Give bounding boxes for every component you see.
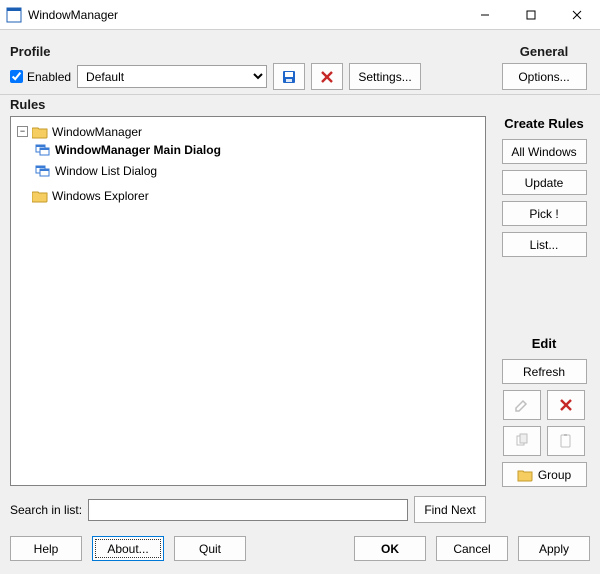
tree-label: Window List Dialog: [55, 162, 157, 180]
enabled-checkbox-label: Enabled: [27, 70, 71, 84]
general-group: General Options...: [498, 36, 590, 90]
options-button[interactable]: Options...: [502, 63, 587, 90]
delete-profile-button[interactable]: [311, 63, 343, 90]
enabled-checkbox[interactable]: Enabled: [10, 70, 71, 84]
edit-label: Edit: [498, 336, 590, 351]
dialog-button-bar: Help About... Quit OK Cancel Apply: [0, 533, 600, 574]
tree-label: Windows Explorer: [52, 187, 149, 205]
window-title: WindowManager: [28, 8, 118, 22]
paste-button[interactable]: [547, 426, 585, 456]
about-button[interactable]: About...: [92, 536, 164, 561]
rules-label: Rules: [10, 97, 590, 112]
minimize-button[interactable]: [462, 0, 508, 30]
create-rules-label: Create Rules: [498, 116, 590, 131]
list-button[interactable]: List...: [502, 232, 587, 257]
tree-node-list-dialog[interactable]: Window List Dialog: [35, 162, 157, 180]
general-label: General: [498, 44, 590, 59]
rules-tree[interactable]: − WindowManager: [10, 116, 486, 486]
tree-node-main-dialog[interactable]: WindowManager Main Dialog: [35, 141, 221, 159]
delete-rule-button[interactable]: [547, 390, 585, 420]
window-icon: [35, 164, 51, 178]
copy-button[interactable]: [503, 426, 541, 456]
tree-label: WindowManager: [52, 123, 142, 141]
window-icon: [35, 143, 51, 157]
tree-label: WindowManager Main Dialog: [55, 141, 221, 159]
profile-group: Profile Enabled Default Settings...: [10, 36, 480, 90]
separator: [0, 94, 600, 95]
settings-button[interactable]: Settings...: [349, 63, 421, 90]
quit-button[interactable]: Quit: [174, 536, 246, 561]
folder-icon: [32, 189, 48, 203]
tree-node-windowmanager[interactable]: − WindowManager: [17, 123, 142, 141]
profile-select[interactable]: Default: [77, 65, 267, 88]
group-button[interactable]: Group: [502, 462, 587, 487]
apply-button[interactable]: Apply: [518, 536, 590, 561]
refresh-button[interactable]: Refresh: [502, 359, 587, 384]
update-button[interactable]: Update: [502, 170, 587, 195]
ok-button[interactable]: OK: [354, 536, 426, 561]
title-bar: WindowManager: [0, 0, 600, 30]
close-button[interactable]: [554, 0, 600, 30]
group-button-label: Group: [538, 468, 571, 482]
save-profile-button[interactable]: [273, 63, 305, 90]
enabled-checkbox-input[interactable]: [10, 70, 23, 83]
expand-toggle[interactable]: −: [17, 126, 28, 137]
search-input[interactable]: [88, 499, 408, 521]
tree-node-explorer[interactable]: Windows Explorer: [17, 187, 149, 205]
search-label: Search in list:: [10, 503, 82, 517]
rules-group: Rules − WindowManager: [10, 99, 590, 523]
find-next-button[interactable]: Find Next: [414, 496, 486, 523]
all-windows-button[interactable]: All Windows: [502, 139, 587, 164]
profile-label: Profile: [10, 44, 480, 59]
folder-icon: [517, 468, 533, 482]
pick-button[interactable]: Pick !: [502, 201, 587, 226]
folder-icon: [32, 125, 48, 139]
app-icon: [6, 7, 22, 23]
help-button[interactable]: Help: [10, 536, 82, 561]
edit-rule-button[interactable]: [503, 390, 541, 420]
cancel-button[interactable]: Cancel: [436, 536, 508, 561]
maximize-button[interactable]: [508, 0, 554, 30]
